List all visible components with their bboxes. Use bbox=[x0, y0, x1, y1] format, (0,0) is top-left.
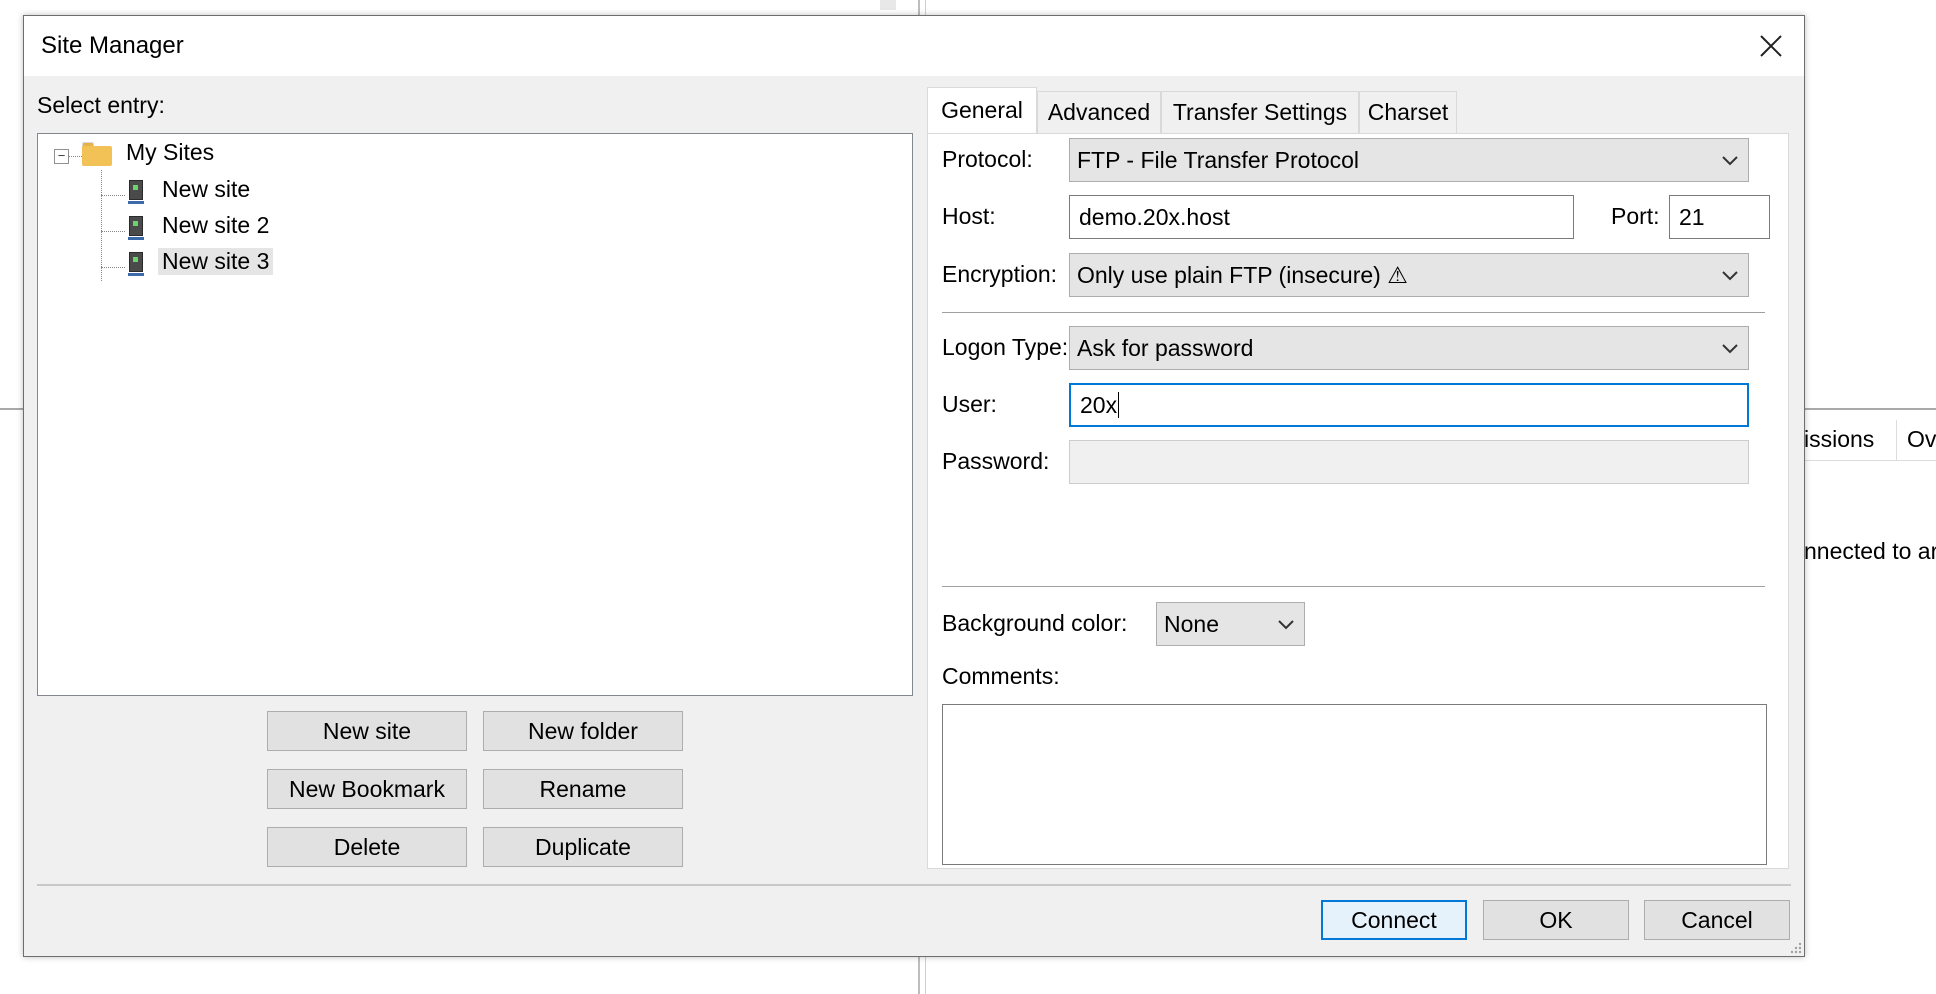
close-button[interactable] bbox=[1738, 16, 1804, 76]
background-color-value: None bbox=[1164, 610, 1219, 637]
folder-icon bbox=[82, 142, 112, 166]
background-tab-permissions[interactable]: issions bbox=[1804, 426, 1874, 453]
tree-item-new-site[interactable]: New site bbox=[158, 176, 254, 203]
tree-connector bbox=[101, 170, 102, 281]
logon-type-select[interactable]: Ask for password bbox=[1069, 326, 1749, 370]
logon-type-value: Ask for password bbox=[1077, 334, 1254, 361]
divider bbox=[942, 586, 1765, 587]
rename-button[interactable]: Rename bbox=[483, 769, 683, 809]
chevron-down-icon bbox=[1268, 618, 1304, 630]
tree-connector bbox=[101, 267, 125, 268]
cancel-button[interactable]: Cancel bbox=[1644, 900, 1790, 940]
resize-grip-icon[interactable] bbox=[1788, 940, 1802, 954]
site-manager-dialog: Site Manager Select entry: − My Sites Ne… bbox=[23, 15, 1805, 957]
close-icon bbox=[1760, 35, 1782, 57]
protocol-select[interactable]: FTP - File Transfer Protocol bbox=[1069, 138, 1749, 182]
collapse-toggle[interactable]: − bbox=[54, 149, 69, 164]
dialog-title: Site Manager bbox=[41, 32, 184, 59]
tree-item-new-site-2[interactable]: New site 2 bbox=[158, 212, 273, 239]
server-icon bbox=[128, 216, 144, 242]
tab-advanced[interactable]: Advanced bbox=[1037, 91, 1161, 133]
tree-connector bbox=[101, 231, 125, 232]
background-splitter-right bbox=[1804, 408, 1936, 410]
encryption-label: Encryption: bbox=[942, 261, 1058, 287]
user-input[interactable]: 20x bbox=[1069, 383, 1749, 427]
chevron-down-icon bbox=[1712, 154, 1748, 166]
tab-transfer-settings[interactable]: Transfer Settings bbox=[1161, 91, 1359, 133]
general-tab-panel: Protocol: FTP - File Transfer Protocol H… bbox=[927, 133, 1789, 869]
comments-label: Comments: bbox=[942, 663, 1060, 689]
delete-button[interactable]: Delete bbox=[267, 827, 467, 867]
user-label: User: bbox=[942, 391, 997, 417]
tree-item-my-sites[interactable]: My Sites bbox=[122, 139, 218, 166]
port-input[interactable]: 21 bbox=[1669, 195, 1770, 239]
text-caret bbox=[1118, 392, 1120, 418]
connect-button[interactable]: Connect bbox=[1321, 900, 1467, 940]
logon-type-label: Logon Type: bbox=[942, 334, 1069, 360]
new-site-button[interactable]: New site bbox=[267, 711, 467, 751]
encryption-value: Only use plain FTP (insecure) ⚠ bbox=[1077, 261, 1408, 288]
background-color-select[interactable]: None bbox=[1156, 602, 1305, 646]
server-icon bbox=[128, 252, 144, 278]
tree-item-new-site-3[interactable]: New site 3 bbox=[158, 248, 274, 275]
title-bar[interactable]: Site Manager bbox=[24, 16, 1804, 76]
server-icon bbox=[128, 180, 144, 206]
port-label: Port: bbox=[1611, 203, 1660, 229]
new-folder-button[interactable]: New folder bbox=[483, 711, 683, 751]
chevron-down-icon bbox=[1712, 269, 1748, 281]
tree-connector bbox=[68, 156, 82, 157]
site-tree[interactable]: − My Sites New site New site 2 New site … bbox=[37, 133, 913, 696]
select-entry-label: Select entry: bbox=[37, 92, 165, 118]
background-log-text: nnected to ar bbox=[1804, 538, 1936, 564]
background-color-label: Background color: bbox=[942, 610, 1128, 636]
host-label: Host: bbox=[942, 203, 996, 229]
comments-textarea[interactable] bbox=[942, 704, 1767, 865]
password-label: Password: bbox=[942, 448, 1050, 474]
background-tabstrip: issions Ov bbox=[1804, 420, 1936, 461]
tree-connector bbox=[101, 195, 125, 196]
host-input[interactable]: demo.20x.host bbox=[1069, 195, 1574, 239]
ok-button[interactable]: OK bbox=[1483, 900, 1629, 940]
background-tab-separator bbox=[1896, 420, 1897, 460]
protocol-label: Protocol: bbox=[942, 146, 1033, 172]
user-value: 20x bbox=[1080, 391, 1118, 418]
tab-charset[interactable]: Charset bbox=[1359, 91, 1457, 133]
new-bookmark-button[interactable]: New Bookmark bbox=[267, 769, 467, 809]
background-splitter-left bbox=[0, 408, 25, 410]
password-input[interactable] bbox=[1069, 440, 1749, 484]
protocol-value: FTP - File Transfer Protocol bbox=[1077, 146, 1360, 173]
footer-divider bbox=[37, 884, 1791, 886]
divider bbox=[942, 312, 1765, 313]
background-splitter-handle bbox=[880, 0, 896, 10]
background-tab-overview[interactable]: Ov bbox=[1907, 426, 1936, 453]
tab-general[interactable]: General bbox=[927, 87, 1037, 133]
duplicate-button[interactable]: Duplicate bbox=[483, 827, 683, 867]
encryption-select[interactable]: Only use plain FTP (insecure) ⚠ bbox=[1069, 253, 1749, 297]
chevron-down-icon bbox=[1712, 342, 1748, 354]
